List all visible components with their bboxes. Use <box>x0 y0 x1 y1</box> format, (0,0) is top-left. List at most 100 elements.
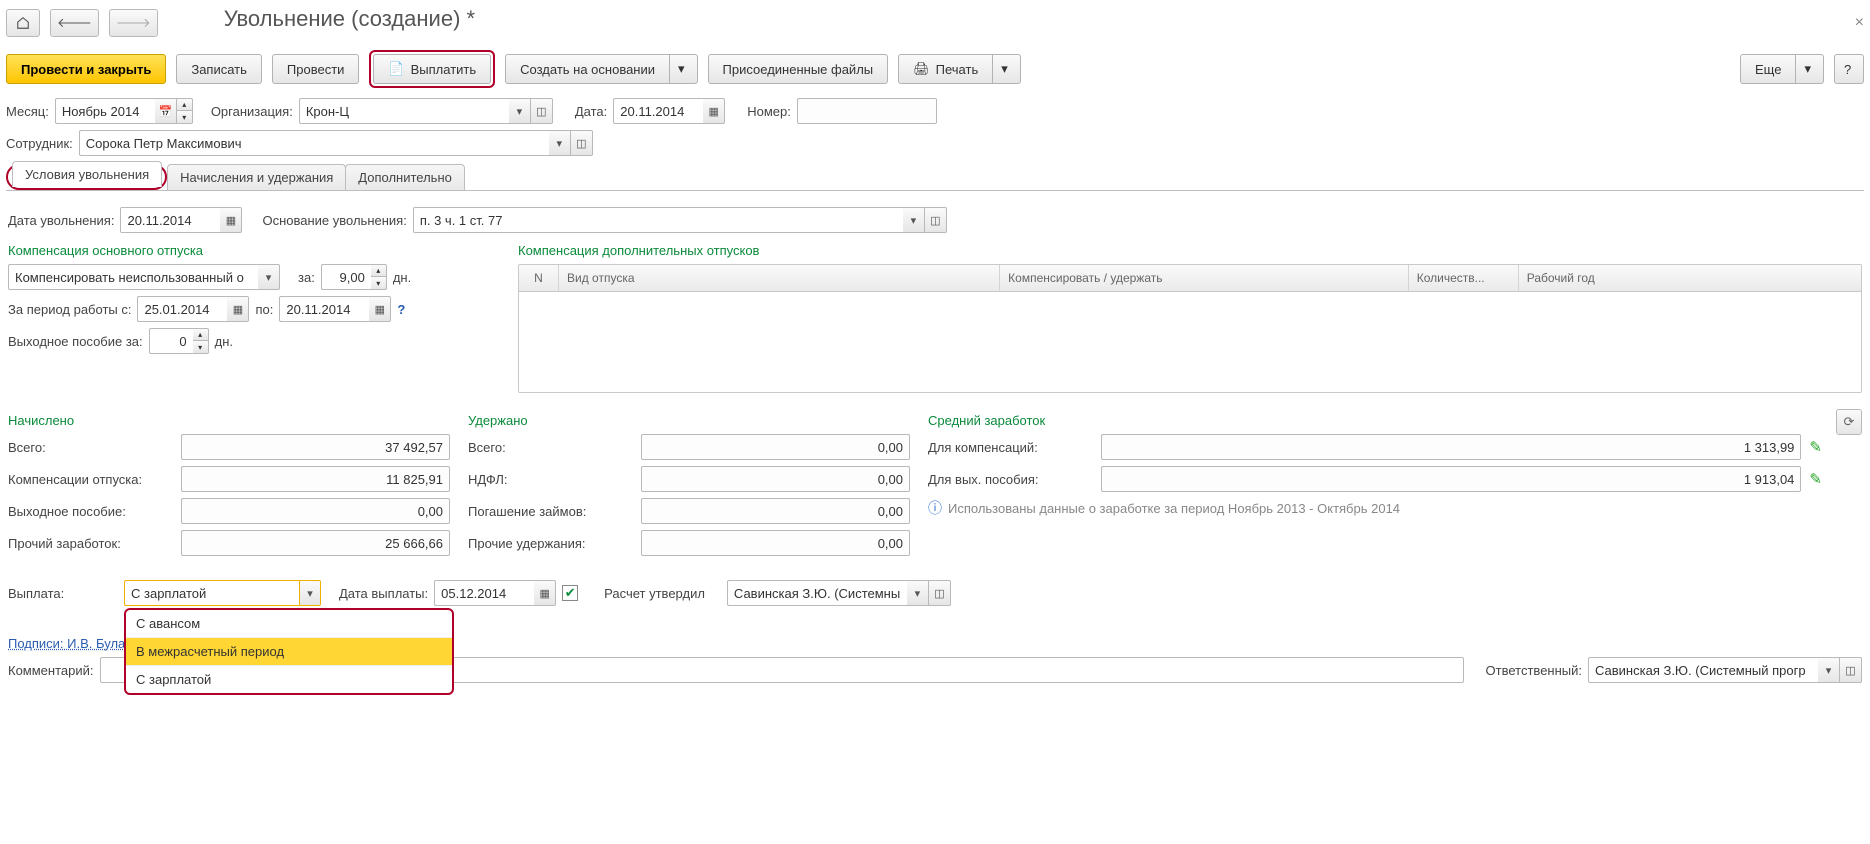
calendar-icon[interactable]: ▦ <box>534 580 556 606</box>
approved-by-field[interactable]: Савинская З.Ю. (Системны <box>727 580 907 606</box>
col-n[interactable]: N <box>519 265 559 291</box>
org-field[interactable]: Крон-Ц <box>299 98 509 124</box>
extra-leave-grid[interactable]: N Вид отпуска Компенсировать / удержать … <box>518 264 1862 393</box>
save-button[interactable]: Записать <box>176 54 262 84</box>
calendar-icon[interactable]: ▦ <box>703 98 725 124</box>
open-icon[interactable]: ◫ <box>925 207 947 233</box>
other-with-label: Прочие удержания: <box>468 536 633 551</box>
loan-value: 0,00 <box>641 498 910 524</box>
date-field[interactable]: 20.11.2014 <box>613 98 703 124</box>
open-icon[interactable]: ◫ <box>531 98 553 124</box>
signatures-link[interactable]: Подписи: И.В. Булат <box>8 636 131 651</box>
dismissal-basis-field[interactable]: п. 3 ч. 1 ст. 77 <box>413 207 903 233</box>
dropdown-icon[interactable]: ▾ <box>907 580 929 606</box>
col-qty[interactable]: Количеств... <box>1409 265 1519 291</box>
home-button[interactable] <box>6 9 40 37</box>
comp-label: Компенсации отпуска: <box>8 472 173 487</box>
dismissal-date-field[interactable]: 20.11.2014 <box>120 207 220 233</box>
open-icon[interactable]: ◫ <box>1840 657 1862 683</box>
spin-up-icon[interactable]: ▴ <box>371 264 387 277</box>
dropdown-icon[interactable]: ▾ <box>258 264 280 290</box>
pay-icon: 📄 <box>388 61 404 77</box>
dropdown-icon[interactable]: ▾ <box>509 98 531 124</box>
calendar-icon[interactable]: ▦ <box>369 296 391 322</box>
dropdown-icon[interactable]: ▾ <box>903 207 925 233</box>
calendar-icon[interactable]: ▦ <box>220 207 242 233</box>
pay-button-label: Выплатить <box>411 62 477 77</box>
payout-select[interactable]: С зарплатой <box>124 580 299 606</box>
paydate-field[interactable]: 05.12.2014 <box>434 580 534 606</box>
tab-additional[interactable]: Дополнительно <box>345 164 465 190</box>
days-unit: дн. <box>215 334 233 349</box>
spin-down-icon[interactable]: ▾ <box>193 341 209 354</box>
close-icon[interactable]: × <box>1855 14 1864 32</box>
period-from-field[interactable]: 25.01.2014 <box>137 296 227 322</box>
post-close-button[interactable]: Провести и закрыть <box>6 54 166 84</box>
period-label: За период работы с: <box>8 302 131 317</box>
month-field[interactable]: Ноябрь 2014 <box>55 98 155 124</box>
chevron-down-icon: ▾ <box>1795 55 1819 83</box>
spin-down-icon[interactable]: ▾ <box>371 277 387 290</box>
org-label: Организация: <box>211 104 293 119</box>
for-sev-label: Для вых. пособия: <box>928 472 1093 487</box>
spin-down-icon[interactable]: ▾ <box>177 111 193 124</box>
accrued-total: 37 492,57 <box>181 434 450 460</box>
payout-dropdown-list: С авансом В межрасчетный период С зарпла… <box>124 608 454 695</box>
other-accrued: 25 666,66 <box>181 530 450 556</box>
post-button[interactable]: Провести <box>272 54 360 84</box>
dropdown-icon[interactable]: ▾ <box>299 580 321 606</box>
ndfl-label: НДФЛ: <box>468 472 633 487</box>
days-field[interactable]: 9,00 <box>321 264 371 290</box>
calendar-icon[interactable]: ▦ <box>227 296 249 322</box>
payout-option-advance[interactable]: С авансом <box>126 610 452 638</box>
ndfl-value: 0,00 <box>641 466 910 492</box>
chevron-down-icon: ▾ <box>669 55 693 83</box>
responsible-field[interactable]: Савинская З.Ю. (Системный прогр <box>1588 657 1818 683</box>
accrued-title: Начислено <box>8 413 458 428</box>
employee-field[interactable]: Сорока Петр Максимович <box>79 130 549 156</box>
payout-option-salary[interactable]: С зарплатой <box>126 666 452 693</box>
tab-conditions[interactable]: Условия увольнения <box>12 161 162 187</box>
col-type[interactable]: Вид отпуска <box>559 265 1000 291</box>
help-icon[interactable]: ? <box>397 302 405 317</box>
spin-up-icon[interactable]: ▴ <box>193 328 209 341</box>
refresh-button[interactable]: ⟳ <box>1836 409 1862 435</box>
with-total-label: Всего: <box>468 440 633 455</box>
open-icon[interactable]: ◫ <box>929 580 951 606</box>
calendar-icon[interactable]: 📅 <box>155 98 177 124</box>
comp-mode-field[interactable]: Компенсировать неиспользованный о <box>8 264 258 290</box>
open-icon[interactable]: ◫ <box>571 130 593 156</box>
with-total: 0,00 <box>641 434 910 460</box>
sev-value: 0,00 <box>181 498 450 524</box>
edit-icon[interactable]: ✎ <box>1809 470 1822 488</box>
help-button[interactable]: ? <box>1834 54 1864 84</box>
col-year[interactable]: Рабочий год <box>1519 265 1861 291</box>
edit-icon[interactable]: ✎ <box>1809 438 1822 456</box>
dropdown-icon[interactable]: ▾ <box>549 130 571 156</box>
severance-days-field[interactable]: 0 <box>149 328 193 354</box>
severance-label: Выходное пособие за: <box>8 334 143 349</box>
payout-option-interperiod[interactable]: В межрасчетный период <box>126 638 452 666</box>
period-to-label: по: <box>255 302 273 317</box>
grid-body[interactable] <box>519 292 1861 392</box>
more-button[interactable]: Еще ▾ <box>1740 54 1824 84</box>
tab-accruals[interactable]: Начисления и удержания <box>167 164 346 190</box>
number-field <box>797 98 937 124</box>
create-based-button[interactable]: Создать на основании ▾ <box>505 54 697 84</box>
for-sev-value: 1 913,04 <box>1101 466 1801 492</box>
comp-value: 11 825,91 <box>181 466 450 492</box>
back-button[interactable]: 🡐 <box>50 9 99 37</box>
pay-button[interactable]: 📄 Выплатить <box>373 54 491 84</box>
employee-label: Сотрудник: <box>6 136 73 151</box>
pay-highlight: 📄 Выплатить <box>369 50 495 88</box>
print-button[interactable]: 🖨 Печать ▾ <box>898 54 1021 84</box>
spin-up-icon[interactable]: ▴ <box>177 98 193 111</box>
files-button[interactable]: Присоединенные файлы <box>708 54 889 84</box>
approved-checkbox[interactable]: ✔ <box>562 585 578 601</box>
sev-label: Выходное пособие: <box>8 504 173 519</box>
loan-label: Погашение займов: <box>468 504 633 519</box>
dropdown-icon[interactable]: ▾ <box>1818 657 1840 683</box>
col-comp[interactable]: Компенсировать / удержать <box>1000 265 1409 291</box>
print-label: Печать <box>936 62 979 77</box>
period-to-field[interactable]: 20.11.2014 <box>279 296 369 322</box>
